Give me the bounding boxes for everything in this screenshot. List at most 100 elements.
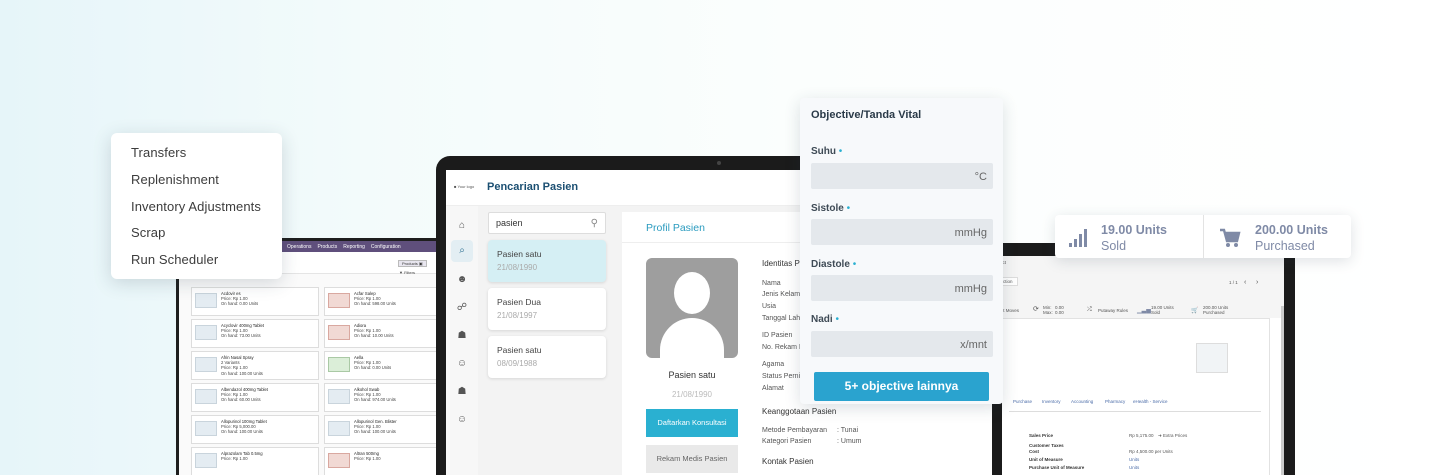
field-alamat: Alamat <box>762 385 784 392</box>
purchase-uom-value[interactable]: Units <box>1129 465 1139 470</box>
patient-name: Pasien satu <box>497 345 542 355</box>
patient-search-input[interactable]: pasien ⚲ <box>488 212 606 234</box>
menu-products[interactable]: Products <box>317 244 337 250</box>
payment-method-value: : Tunai <box>837 427 859 434</box>
cost-label: Cost <box>1029 449 1039 454</box>
patient-category-value: : Umum <box>837 438 862 445</box>
menu-item-replenishment[interactable]: Replenishment <box>131 172 282 199</box>
scrollbar[interactable] <box>1281 306 1284 475</box>
menu-reporting[interactable]: Reporting <box>343 244 365 250</box>
menu-configuration[interactable]: Configuration <box>371 244 401 250</box>
smart-moves[interactable]: ct Moves <box>1001 308 1019 313</box>
tab-inventory[interactable]: Inventory <box>1042 399 1061 404</box>
purchased-stat[interactable]: 200.00 Units Purchased <box>1203 215 1351 258</box>
sidebar: ⌂ ⌕ ☻ ☍ ☗ ☺ ☗ ☺ <box>446 206 478 475</box>
product-card[interactable]: Acyclovir 400mg Tablet Price: Rp 1.00 On h… <box>191 319 319 348</box>
product-thumbnail <box>328 325 350 340</box>
sold-label: Sold <box>1101 239 1127 253</box>
product-card[interactable]: Afrin Nasal Spray 2 Variants Price: Rp 1.0… <box>191 351 319 380</box>
extra-prices-link[interactable]: ➜ Extra Prices <box>1158 433 1187 439</box>
product-image[interactable] <box>1196 343 1228 373</box>
uom-value[interactable]: Units <box>1129 457 1139 462</box>
more-objectives-button[interactable]: 5+ objective lainnya <box>814 372 989 401</box>
home-icon[interactable]: ⌂ <box>454 218 470 234</box>
diastole-unit: mmHg <box>954 283 987 295</box>
sistole-input[interactable]: mmHg <box>811 219 993 245</box>
product-onhand: On hand: 73.00 Units <box>221 333 261 339</box>
product-card[interactable]: Acfar Salep Price: Rp 1.00 On hand: 598.00… <box>324 287 452 316</box>
membership-heading: Keanggotaan Pasien <box>762 407 837 416</box>
product-thumbnail <box>195 325 217 340</box>
vital-title: Objective/Tanda Vital <box>811 109 922 121</box>
product-card[interactable]: Altran 500mg Price: Rp 1.00 <box>324 447 452 475</box>
product-onhand: On hand: 974.00 Units <box>354 397 396 403</box>
diastole-input[interactable]: mmHg <box>811 275 993 301</box>
product-card[interactable]: Allopurinol Gen. Blister Price: Rp 1.00 On… <box>324 415 452 444</box>
field-id-pasien: ID Pasien <box>762 332 793 339</box>
doctor-icon[interactable]: ☻ <box>454 272 470 288</box>
users-icon[interactable]: ☗ <box>454 384 470 400</box>
product-onhand: On hand: 598.00 Units <box>354 301 396 307</box>
cost-value[interactable]: Rp 4,500.00 per Units <box>1129 449 1173 454</box>
product-kanban: Acdovir es Price: Rp 1.00 On hand: 0.00 Un… <box>191 287 453 475</box>
menu-item-run-scheduler[interactable]: Run Scheduler <box>131 252 282 279</box>
smart-purchased-label: Purchased <box>1203 310 1225 315</box>
putaway-rules[interactable]: Putaway Rules <box>1098 308 1128 313</box>
product-card[interactable]: Allopurinol 100mg Tablet Price: Rp 5,000.… <box>191 415 319 444</box>
product-card[interactable]: Albendazol 400mg Tablet Price: Rp 1.00 On … <box>191 383 319 412</box>
tab-purchase[interactable]: Purchase <box>1013 399 1032 404</box>
filter-chip[interactable]: Products ▣ <box>398 260 427 267</box>
prev-icon[interactable]: ‹ <box>1244 279 1246 286</box>
webcam <box>717 161 721 165</box>
menu-item-transfers[interactable]: Transfers <box>131 145 282 172</box>
patient-card[interactable]: Pasien Dua 21/08/1997 <box>488 288 606 330</box>
product-card[interactable]: Alprazolam Tab 0.5mg Price: Rp 1.00 <box>191 447 319 475</box>
nadi-input[interactable]: x/mnt <box>811 331 993 357</box>
sistole-label: Sistole • <box>811 203 850 214</box>
group-icon[interactable]: ☗ <box>454 328 470 344</box>
patient-card[interactable]: Pasien satu 08/09/1988 <box>488 336 606 378</box>
product-info: Afrin Nasal Spray 2 Variants Price: Rp 1.0… <box>221 355 263 376</box>
filters-button[interactable]: ▼ Filters <box>399 270 415 275</box>
product-card[interactable]: Alkohol Swab Price: Rp 1.00 On hand: 974.0… <box>324 383 452 412</box>
product-info: Aella Price: Rp 1.00 On hand: 0.00 Units <box>354 355 391 371</box>
product-price: Price: Rp 1.00 <box>354 456 381 462</box>
magnifier-icon[interactable]: ⚲ <box>591 213 598 234</box>
product-info: Albendazol 400mg Tablet Price: Rp 1.00 On … <box>221 387 268 403</box>
search-value: pasien <box>496 218 523 228</box>
product-card[interactable]: Aella Price: Rp 1.00 On hand: 0.00 Units <box>324 351 452 380</box>
search-icon[interactable]: ⌕ <box>451 240 473 262</box>
product-thumbnail <box>328 453 350 468</box>
product-info: Allopurinol Gen. Blister Price: Rp 1.00 On… <box>354 419 397 435</box>
sales-price-label: Sales Price <box>1029 433 1054 438</box>
product-extra: On hand: 100.00 Units <box>221 370 263 376</box>
tab-ehealth[interactable]: eHealth - Service <box>1133 399 1168 404</box>
product-info: Alkohol Swab Price: Rp 1.00 On hand: 974.0… <box>354 387 396 403</box>
patient-card[interactable]: Pasien satu 21/08/1990 <box>488 240 606 282</box>
inventory-operations-menu: Transfers Replenishment Inventory Adjust… <box>111 133 282 279</box>
user-settings-icon[interactable]: ☺ <box>454 412 470 428</box>
menu-item-scrap[interactable]: Scrap <box>131 225 282 252</box>
product-price: Price: Rp 1.00 <box>221 456 248 462</box>
tab-accounting[interactable]: Accounting <box>1071 399 1093 404</box>
tab-pharmacy[interactable]: Pharmacy <box>1105 399 1125 404</box>
payment-method-label: Metode Pembayaran <box>762 427 827 434</box>
app-logo[interactable]: ■ Your logo <box>454 184 474 189</box>
suhu-input[interactable]: °C <box>811 163 993 189</box>
medical-record-button[interactable]: Rekam Medis Pasien <box>646 445 738 473</box>
menu-item-inventory-adjustments[interactable]: Inventory Adjustments <box>131 199 282 226</box>
sales-price-value[interactable]: Rp 5,175.00 <box>1129 433 1154 438</box>
product-card[interactable]: Acdovir es Price: Rp 1.00 On hand: 0.00 Un… <box>191 287 319 316</box>
product-info: Acfar Salep Price: Rp 1.00 On hand: 598.00… <box>354 291 396 307</box>
register-consultation-button[interactable]: Daftarkan Konsultasi <box>646 409 738 437</box>
page-title: Pencarian Pasien <box>487 181 579 193</box>
sold-stat[interactable]: 19.00 Units Sold <box>1055 215 1203 258</box>
product-card[interactable]: Adiora Price: Rp 1.00 On hand: 10.00 Units <box>324 319 452 348</box>
next-icon[interactable]: › <box>1256 279 1258 286</box>
avatar-body <box>660 318 724 358</box>
menu-operations[interactable]: Operations <box>287 244 311 250</box>
stethoscope-icon[interactable]: ☍ <box>454 300 470 316</box>
product-info: Alprazolam Tab 0.5mg Price: Rp 1.00 <box>221 451 263 461</box>
profile-name: Pasien satu <box>668 370 716 380</box>
add-user-icon[interactable]: ☺ <box>454 356 470 372</box>
